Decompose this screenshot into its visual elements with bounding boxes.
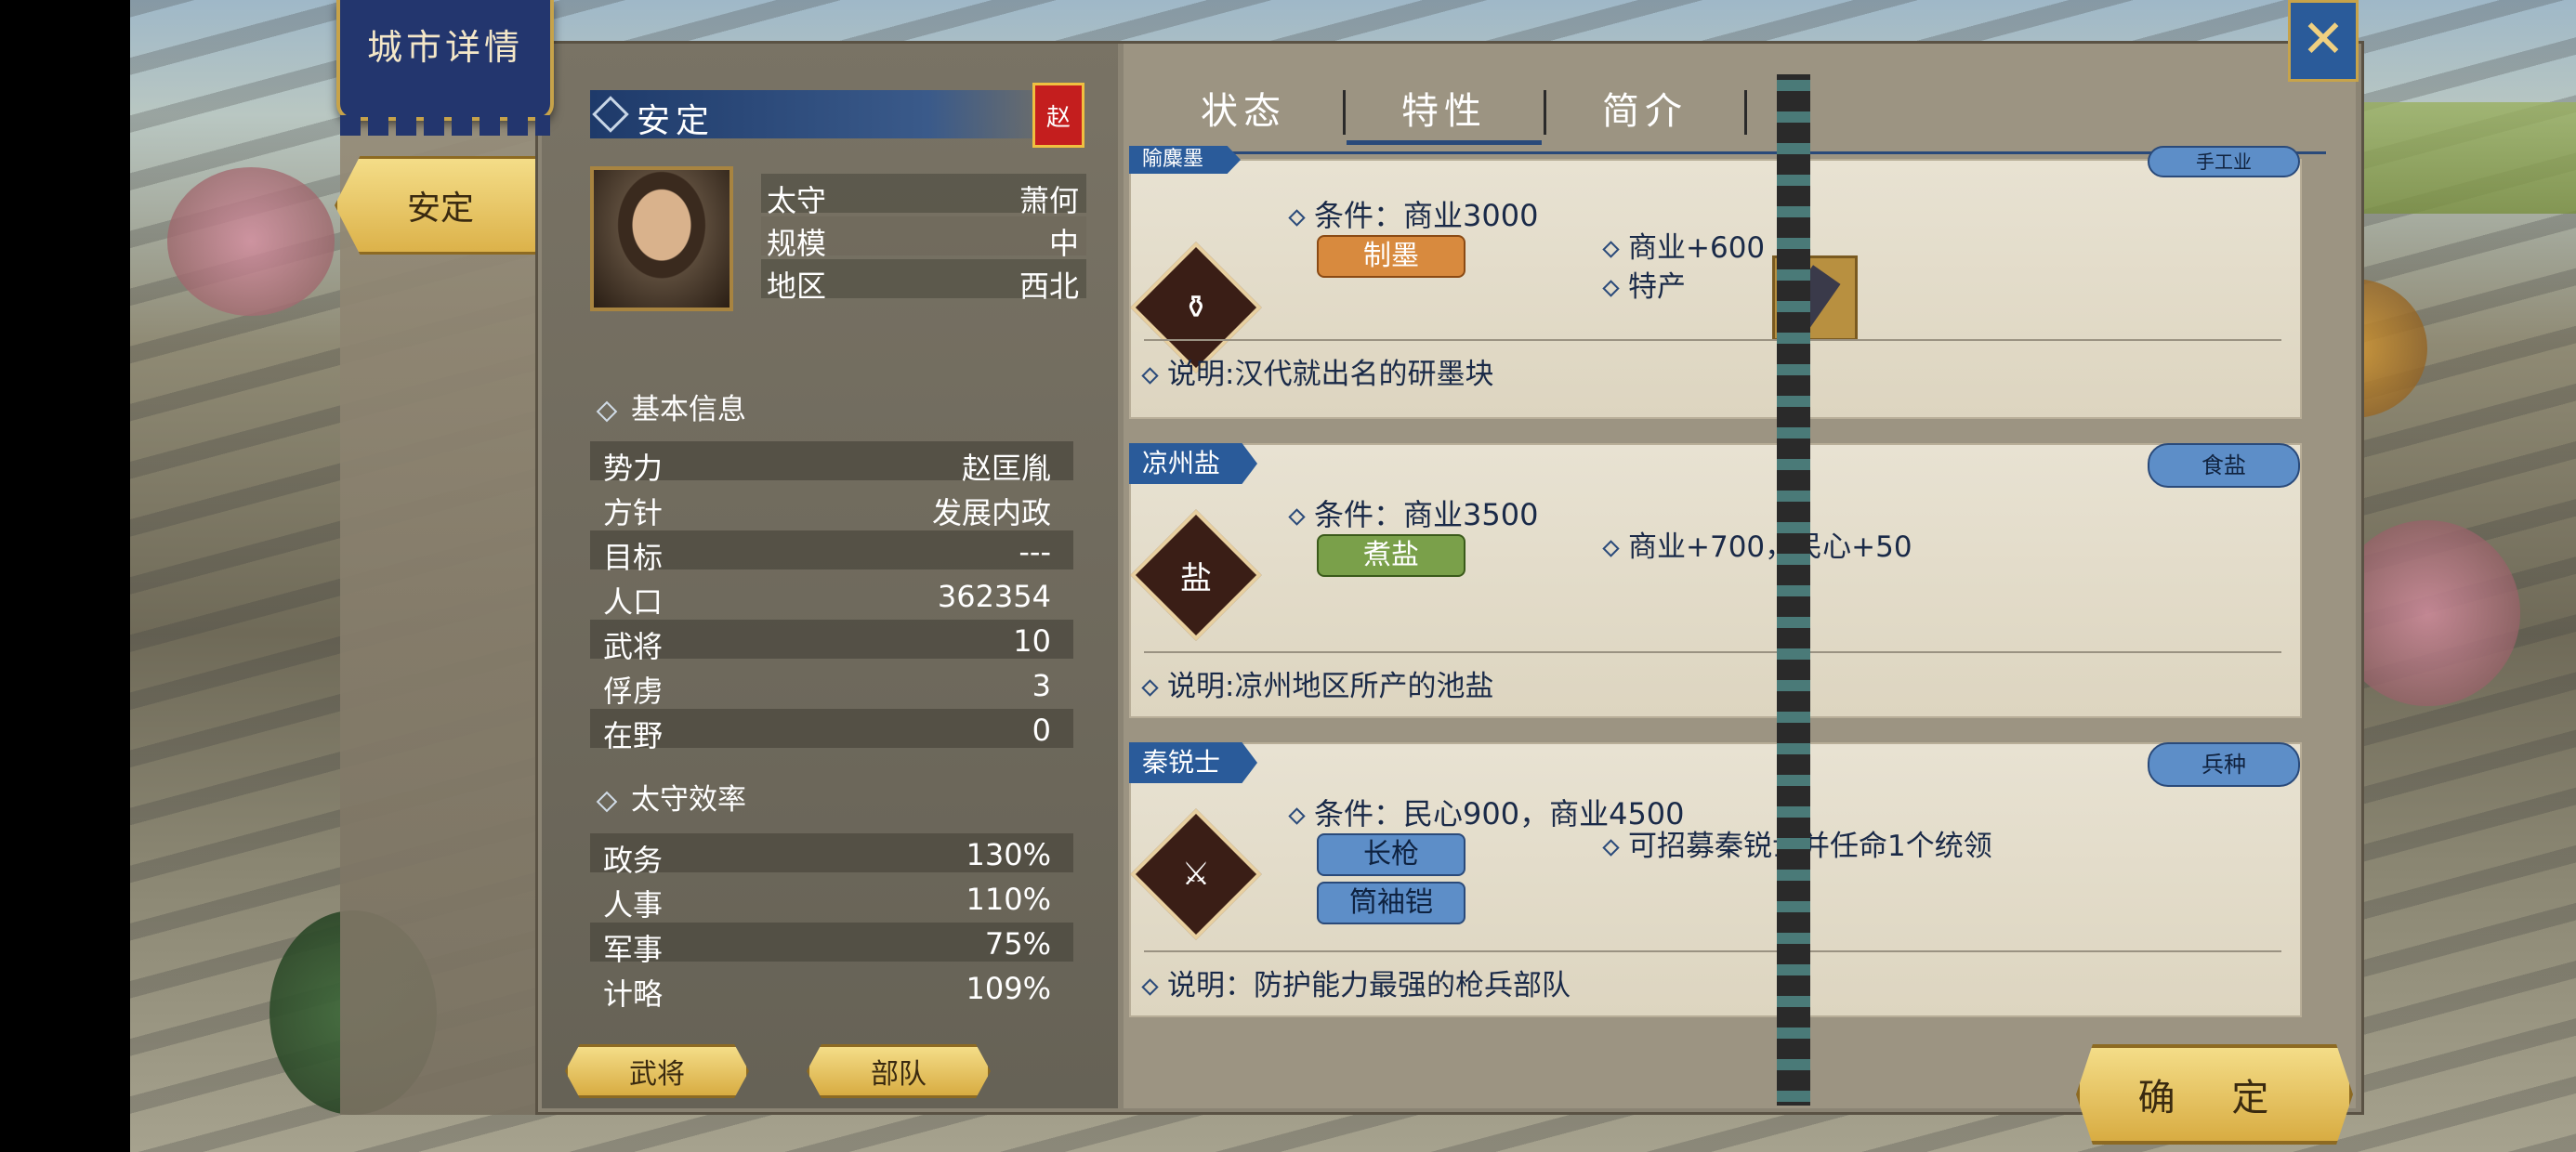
efficiency-row: 计略 109%: [603, 971, 1051, 1012]
scale-value: 中: [1048, 226, 1079, 261]
sidebar-item-city[interactable]: 安定: [335, 156, 546, 255]
trait-condition: 条件：商业3000: [1288, 192, 1538, 235]
region-row: 地区 西北: [761, 259, 1086, 304]
info-row: 势力 赵匡胤: [590, 441, 1073, 486]
efficiency-row: 人事 110%: [603, 882, 1051, 923]
trait-category-badge: 兵种: [2148, 742, 2300, 787]
tab-status[interactable]: 状态: [1146, 81, 1341, 140]
basic-info-title: 基本信息: [596, 386, 746, 427]
trait-name-tag: 隃麋墨: [1129, 146, 1242, 174]
info-row: 武将 10: [590, 620, 1073, 664]
trait-description: 说明:汉代就出名的研墨块: [1141, 350, 1493, 392]
city-detail-panel: 安定 赵 太守 萧何 规模 中 地区 西北 基本信息 势力 赵匡胤 方针 发展内政 …: [535, 41, 2364, 1115]
governor-row: 太守 萧何: [761, 174, 1086, 218]
info-row: 目标 ---: [590, 530, 1073, 575]
diamond-icon: [596, 791, 618, 812]
trait-skill-pill[interactable]: 煮盐: [1317, 534, 1465, 577]
soldiers-icon: ⚔: [1130, 808, 1262, 940]
trait-effect: 商业+700，民心+50: [1602, 523, 1912, 565]
trait-description: 说明:凉州地区所产的池盐: [1141, 662, 1493, 704]
close-icon[interactable]: ✕: [2288, 0, 2359, 82]
governor-value: 萧何: [1019, 183, 1079, 218]
tab-bar: 状态 特性 简介: [1146, 44, 2326, 153]
trait-skill-pill[interactable]: 制墨: [1317, 235, 1465, 278]
trait-card[interactable]: 凉州盐 食盐 盐 条件：商业3500 煮盐 商业+700，民心+50 说明:凉州…: [1129, 443, 2302, 718]
efficiency-row: 政务 130%: [590, 833, 1073, 878]
trait-description: 说明：防护能力最强的枪兵部队: [1141, 962, 1571, 1003]
trait-effect: 特产: [1602, 263, 1686, 305]
faction-flag-icon: 赵: [1032, 83, 1084, 148]
region-label: 地区: [767, 268, 827, 304]
generals-button[interactable]: 武将: [565, 1044, 749, 1098]
diamond-icon: [592, 96, 629, 133]
tab-traits[interactable]: 特性: [1347, 81, 1542, 145]
trait-condition: 条件：商业3500: [1288, 491, 1538, 534]
page-title: 城市详情: [366, 27, 523, 68]
trait-effect: 商业+600: [1602, 224, 1765, 266]
info-row: 方针 发展内政: [603, 495, 1051, 530]
trait-name-tag: 凉州盐: [1129, 443, 1258, 484]
diamond-icon: [596, 400, 618, 422]
trait-skill-pill[interactable]: 筒袖铠: [1317, 882, 1465, 924]
scroll-chain[interactable]: [1777, 74, 1810, 1106]
traits-content: 状态 特性 简介 隃麋墨 手工业 ⚱ 条件：商业3000 制墨 商业+600 特…: [1124, 44, 2356, 1108]
troops-button[interactable]: 部队: [807, 1044, 991, 1098]
trait-name-tag: 秦锐士: [1129, 742, 1258, 783]
efficiency-title: 太守效率: [596, 776, 746, 818]
scale-label: 规模: [767, 226, 827, 261]
info-row: 人口 362354: [603, 579, 1051, 620]
trait-category-badge: 食盐: [2148, 443, 2300, 488]
trait-category-badge: 手工业: [2148, 146, 2300, 177]
trait-card[interactable]: 隃麋墨 手工业 ⚱ 条件：商业3000 制墨 商业+600 特产 说明:汉代就出…: [1129, 146, 2302, 419]
city-detail-banner: 城市详情: [336, 0, 554, 136]
info-row: 在野 0: [590, 709, 1073, 753]
scale-row: 规模 中: [761, 216, 1086, 261]
confirm-button[interactable]: 确 定: [2076, 1044, 2353, 1145]
salt-jar-icon: 盐: [1130, 509, 1262, 641]
trait-card[interactable]: 秦锐士 兵种 ⚔ 条件：民心900，商业4500 长枪 筒袖铠 可招募秦锐士并任…: [1129, 742, 2302, 1017]
efficiency-row: 军事 75%: [590, 923, 1073, 967]
region-value: 西北: [1019, 268, 1079, 304]
city-name-header: 安定: [590, 90, 1073, 140]
city-info-column: 安定 赵 太守 萧何 规模 中 地区 西北 基本信息 势力 赵匡胤 方针 发展内政 …: [542, 44, 1118, 1108]
city-name: 安定: [637, 102, 716, 140]
trait-skill-pill[interactable]: 长枪: [1317, 833, 1465, 876]
tab-intro[interactable]: 简介: [1547, 81, 1742, 140]
governor-label: 太守: [767, 183, 827, 218]
governor-portrait[interactable]: [590, 166, 733, 311]
info-row: 俘虏 3: [603, 668, 1051, 709]
